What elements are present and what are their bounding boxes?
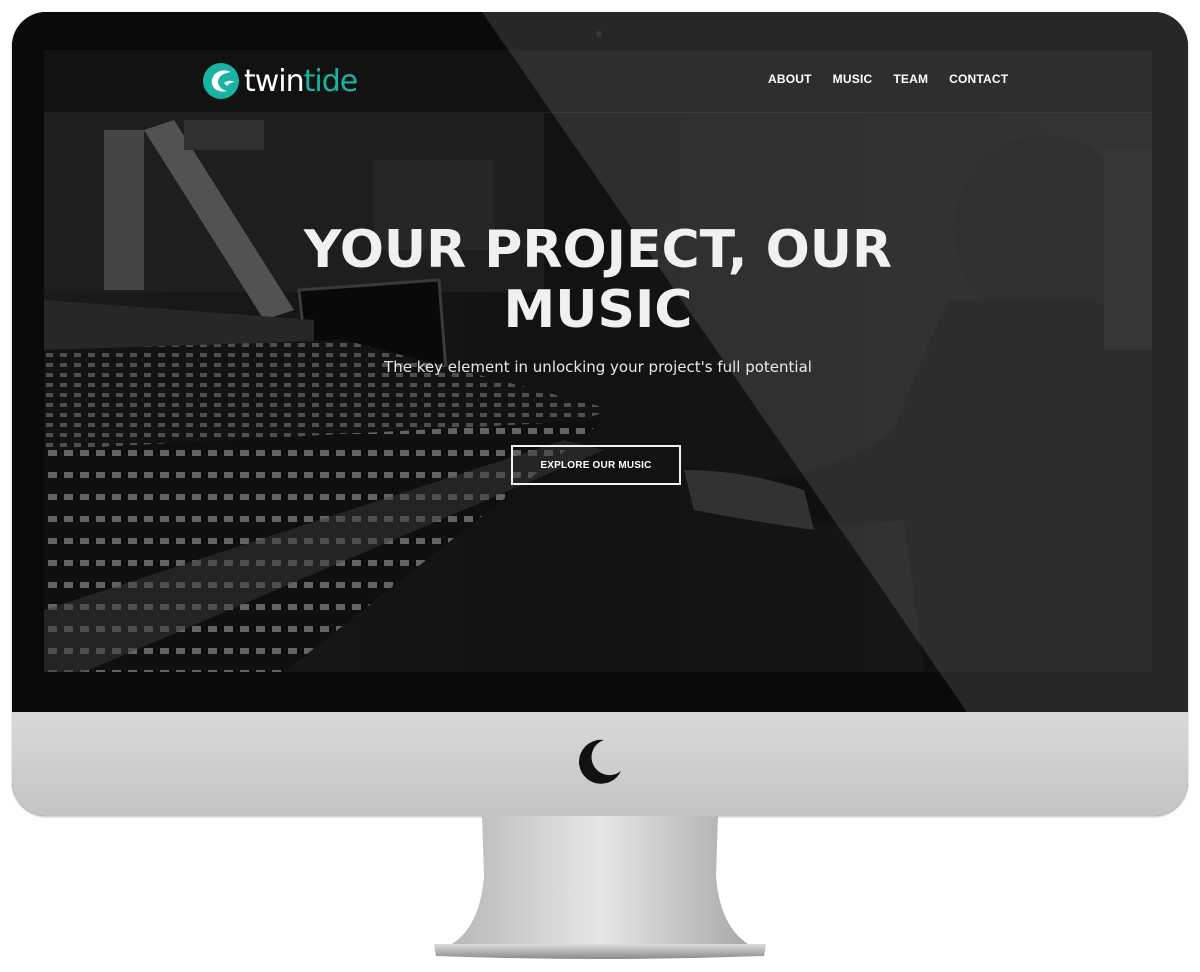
monitor-frame: twintide ABOUT MUSIC TEAM CONTACT YOUR P… <box>12 12 1188 816</box>
wave-logo-icon <box>203 63 239 99</box>
explore-music-button[interactable]: EXPLORE OUR MUSIC <box>511 445 681 485</box>
nav-link-team[interactable]: TEAM <box>893 72 928 86</box>
site-navbar: twintide ABOUT MUSIC TEAM CONTACT <box>44 50 1152 113</box>
nav-link-contact[interactable]: CONTACT <box>949 72 1008 86</box>
nav-link-about[interactable]: ABOUT <box>768 72 812 86</box>
hero-title: YOUR PROJECT, OUR MUSIC <box>303 220 893 340</box>
monitor-bezel: twintide ABOUT MUSIC TEAM CONTACT YOUR P… <box>12 12 1188 712</box>
hero-section: YOUR PROJECT, OUR MUSIC The key element … <box>44 220 1152 376</box>
camera-dot <box>596 31 602 37</box>
website-screen: twintide ABOUT MUSIC TEAM CONTACT YOUR P… <box>44 50 1152 672</box>
brand-suffix: tide <box>303 63 359 99</box>
primary-nav: ABOUT MUSIC TEAM CONTACT <box>768 72 1029 86</box>
brand-logo[interactable]: twintide <box>202 59 359 103</box>
monitor-stand <box>434 816 766 959</box>
brand-prefix: twin <box>244 63 305 99</box>
moon-logo-icon <box>579 739 621 784</box>
hero-subtitle: The key element in unlocking your projec… <box>384 358 812 376</box>
nav-link-music[interactable]: MUSIC <box>833 72 873 86</box>
brand-name: twintide <box>244 63 359 99</box>
